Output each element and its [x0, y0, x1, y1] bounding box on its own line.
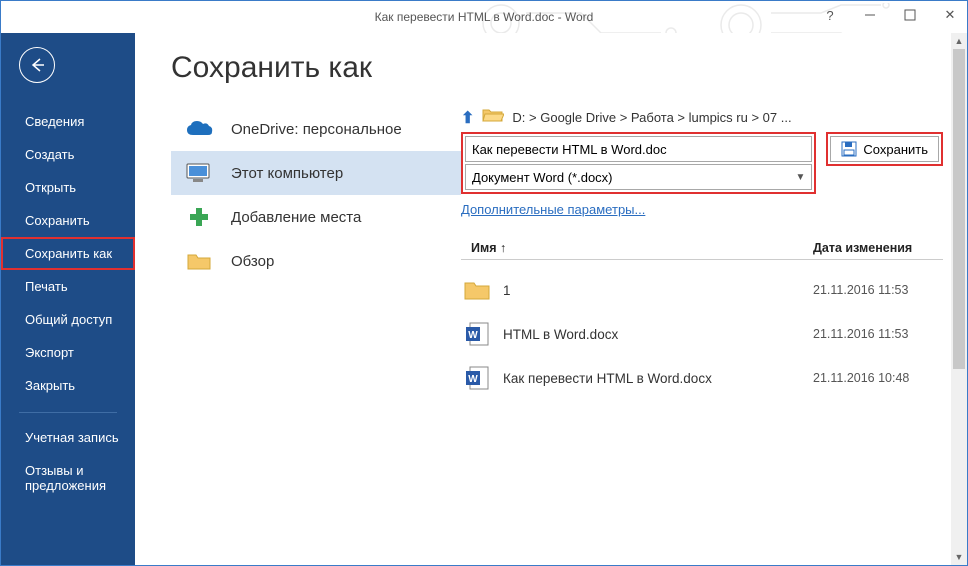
filename-input[interactable]: [465, 136, 812, 162]
header-name[interactable]: Имя ↑: [461, 241, 813, 255]
chevron-down-icon: ▼: [789, 172, 811, 183]
cloud-icon: [185, 117, 213, 141]
path-row: ⬆ D: > Google Drive > Работа > lumpics r…: [461, 107, 943, 128]
folder-icon: [461, 276, 493, 304]
location-onedrive[interactable]: OneDrive: персональное: [171, 107, 461, 151]
file-row-doc[interactable]: W HTML в Word.docx 21.11.2016 11:53: [461, 312, 943, 356]
sidebar: Сведения Создать Открыть Сохранить Сохра…: [1, 33, 135, 565]
file-name: 1: [503, 283, 813, 298]
help-icon[interactable]: ?: [817, 3, 843, 27]
main-panel: Сохранить как OneDrive: персональное Это…: [135, 33, 967, 565]
up-arrow-icon[interactable]: ⬆: [461, 108, 474, 128]
vertical-scrollbar[interactable]: ▲ ▼: [951, 33, 967, 565]
more-options-link[interactable]: Дополнительные параметры...: [461, 202, 943, 217]
sidebar-item-new[interactable]: Создать: [1, 138, 135, 171]
file-name: HTML в Word.docx: [503, 327, 813, 342]
sidebar-item-save[interactable]: Сохранить: [1, 204, 135, 237]
sidebar-item-export[interactable]: Экспорт: [1, 336, 135, 369]
sidebar-item-save-as[interactable]: Сохранить как: [1, 237, 135, 270]
location-this-pc[interactable]: Этот компьютер: [171, 151, 461, 195]
close-icon[interactable]: ✕: [937, 3, 963, 27]
sidebar-item-account[interactable]: Учетная запись: [1, 421, 135, 454]
save-button[interactable]: Сохранить: [830, 136, 939, 162]
location-add-place[interactable]: Добавление места: [171, 195, 461, 239]
back-button[interactable]: [19, 47, 55, 83]
save-button-label: Сохранить: [863, 142, 928, 157]
filetype-dropdown[interactable]: Документ Word (*.docx) ▼: [465, 164, 812, 190]
arrow-left-icon: [28, 56, 46, 74]
file-list-header: Имя ↑ Дата изменения: [461, 237, 943, 259]
file-date: 21.11.2016 11:53: [813, 283, 943, 297]
divider: [461, 259, 943, 260]
folder-open-icon[interactable]: [482, 107, 504, 128]
sidebar-divider: [19, 412, 117, 413]
svg-text:W: W: [468, 330, 478, 341]
file-panel: ⬆ D: > Google Drive > Работа > lumpics r…: [461, 107, 967, 565]
window: Как перевести HTML в Word.doc - Word ? ✕…: [0, 0, 968, 566]
sidebar-item-print[interactable]: Печать: [1, 270, 135, 303]
locations-list: OneDrive: персональное Этот компьютер До…: [171, 107, 461, 565]
file-date: 21.11.2016 11:53: [813, 327, 943, 341]
sidebar-item-feedback[interactable]: Отзывы и предложения: [1, 454, 135, 502]
save-icon: [841, 141, 857, 157]
location-label: OneDrive: персональное: [231, 121, 402, 138]
page-title: Сохранить как: [171, 51, 967, 85]
location-browse[interactable]: Обзор: [171, 239, 461, 283]
window-title: Как перевести HTML в Word.doc - Word: [375, 10, 594, 24]
scroll-down-icon[interactable]: ▼: [951, 549, 967, 565]
file-row-folder[interactable]: 1 21.11.2016 11:53: [461, 268, 943, 312]
titlebar: Как перевести HTML в Word.doc - Word ? ✕: [1, 1, 967, 33]
plus-icon: [185, 205, 213, 229]
svg-text:W: W: [468, 374, 478, 385]
filetype-value: Документ Word (*.docx): [466, 170, 789, 185]
word-file-icon: W: [461, 320, 493, 348]
path-text[interactable]: D: > Google Drive > Работа > lumpics ru …: [512, 110, 791, 125]
location-label: Добавление места: [231, 209, 361, 226]
folder-icon: [185, 249, 213, 273]
window-controls: ? ✕: [817, 3, 963, 27]
file-inputs-highlight: Документ Word (*.docx) ▼: [461, 132, 816, 194]
sidebar-item-open[interactable]: Открыть: [1, 171, 135, 204]
save-button-highlight: Сохранить: [826, 132, 943, 166]
minimize-icon[interactable]: [857, 3, 883, 27]
file-name: Как перевести HTML в Word.docx: [503, 371, 813, 386]
file-row-doc[interactable]: W Как перевести HTML в Word.docx 21.11.2…: [461, 356, 943, 400]
maximize-icon[interactable]: [897, 3, 923, 27]
scroll-thumb[interactable]: [953, 49, 965, 369]
file-date: 21.11.2016 10:48: [813, 371, 943, 385]
sidebar-item-share[interactable]: Общий доступ: [1, 303, 135, 336]
computer-icon: [185, 161, 213, 185]
header-date[interactable]: Дата изменения: [813, 241, 943, 255]
location-label: Этот компьютер: [231, 165, 343, 182]
sidebar-item-info[interactable]: Сведения: [1, 105, 135, 138]
scroll-up-icon[interactable]: ▲: [951, 33, 967, 49]
location-label: Обзор: [231, 253, 274, 270]
word-file-icon: W: [461, 364, 493, 392]
sidebar-item-close[interactable]: Закрыть: [1, 369, 135, 402]
